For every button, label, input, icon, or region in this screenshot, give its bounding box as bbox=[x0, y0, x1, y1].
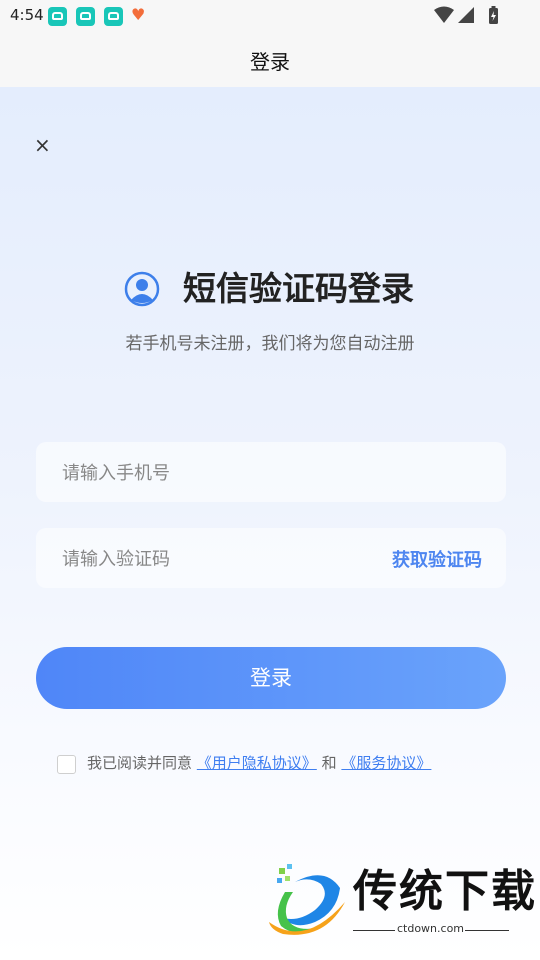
wifi-icon bbox=[434, 6, 454, 23]
system-status-icons bbox=[434, 6, 498, 24]
phone-input[interactable] bbox=[60, 442, 364, 504]
app-notification-icon bbox=[76, 7, 95, 26]
watermark-line-right bbox=[465, 930, 509, 931]
watermark-url: ctdown.com bbox=[396, 922, 465, 935]
agree-checkbox[interactable] bbox=[57, 755, 76, 774]
app-notification-icon bbox=[104, 7, 123, 26]
close-icon[interactable]: × bbox=[34, 135, 51, 155]
get-code-button[interactable]: 获取验证码 bbox=[392, 546, 482, 572]
code-input[interactable] bbox=[60, 528, 364, 590]
agree-and: 和 bbox=[321, 754, 337, 772]
service-agreement-link[interactable]: 《服务协议》 bbox=[341, 754, 431, 772]
login-button[interactable]: 登录 bbox=[36, 647, 506, 709]
battery-icon bbox=[489, 6, 498, 24]
phone-input-box bbox=[36, 442, 506, 504]
code-input-box: 获取验证码 bbox=[36, 528, 506, 590]
page-title: 短信验证码登录 bbox=[183, 269, 414, 308]
status-bar: 4:54 ♥ bbox=[0, 0, 540, 32]
signal-icon bbox=[458, 7, 474, 23]
app-header: 登录 bbox=[0, 32, 540, 87]
title-row: 短信验证码登录 bbox=[124, 267, 444, 311]
heart-notification-icon: ♥ bbox=[131, 5, 146, 24]
privacy-policy-link[interactable]: 《用户隐私协议》 bbox=[197, 754, 317, 772]
watermark-brand: 传统下载 bbox=[353, 866, 537, 917]
page-subtitle: 若手机号未注册，我们将为您自动注册 bbox=[125, 334, 415, 354]
login-content: × 短信验证码登录 若手机号未注册，我们将为您自动注册 获取验证码 登录 我已阅… bbox=[0, 87, 540, 960]
watermark-logo bbox=[269, 864, 345, 935]
header-title: 登录 bbox=[250, 50, 290, 74]
watermark: 传统下载 ctdown.com bbox=[265, 862, 535, 940]
user-icon bbox=[124, 271, 160, 307]
agreement-text: 我已阅读并同意 《用户隐私协议》 和 《服务协议》 bbox=[87, 752, 431, 774]
agree-prefix: 我已阅读并同意 bbox=[87, 754, 193, 772]
app-notification-icon bbox=[48, 7, 67, 26]
status-time: 4:54 bbox=[10, 6, 44, 24]
